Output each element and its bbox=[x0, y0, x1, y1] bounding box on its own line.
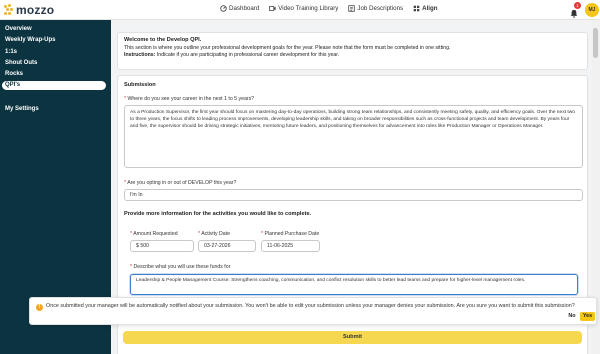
align-icon bbox=[413, 5, 420, 12]
instructions-label: Instructions: bbox=[124, 52, 156, 58]
funds-label: * Describe what you will use these funds… bbox=[130, 264, 231, 270]
opt-select[interactable]: I'm In bbox=[124, 189, 583, 201]
activity-date-label: * Activity Date bbox=[198, 231, 231, 237]
sidebar-item-weekly-wrap-ups[interactable]: Weekly Wrap-Ups bbox=[5, 37, 55, 43]
sidebar-item-one-on-ones[interactable]: 1:1s bbox=[5, 49, 17, 55]
amount-input[interactable]: $ 500 bbox=[130, 240, 194, 252]
sidebar-item-my-settings[interactable]: My Settings bbox=[5, 106, 39, 112]
career-textarea[interactable]: As a Production Supervisor, the first ye… bbox=[124, 105, 583, 168]
no-button[interactable]: No bbox=[566, 312, 578, 321]
scrollbar-thumb[interactable] bbox=[593, 28, 598, 58]
list-icon bbox=[348, 5, 356, 12]
activities-title: Provide more information for the activit… bbox=[124, 211, 312, 217]
dashboard-icon bbox=[220, 5, 227, 12]
submit-button[interactable]: Submit bbox=[123, 331, 582, 344]
intro-card: Welcome to the Develop QPI. This section… bbox=[117, 32, 588, 70]
purchase-date-input[interactable]: 11-06-2025 bbox=[261, 240, 320, 252]
opt-label: * Are you opting in or out of DEVELOP th… bbox=[124, 180, 237, 186]
toast-message: Once submitted your manager will be auto… bbox=[46, 303, 575, 309]
submission-title: Submission bbox=[124, 82, 156, 88]
nav-job-descriptions[interactable]: Job Descriptions bbox=[347, 4, 404, 13]
logo-mark-icon bbox=[4, 3, 14, 17]
top-bar: mozzo Dashboard Video Training Library J… bbox=[0, 0, 600, 20]
nav-job-descriptions-label: Job Descriptions bbox=[357, 5, 404, 12]
nav-dashboard[interactable]: Dashboard bbox=[219, 4, 260, 13]
sidebar-item-shout-outs[interactable]: Shout Outs bbox=[5, 60, 37, 66]
instructions-text: Indicate if you are participating in pro… bbox=[155, 52, 340, 58]
sidebar-item-rocks[interactable]: Rocks bbox=[5, 71, 23, 77]
intro-text: This section is where you outline your p… bbox=[124, 45, 451, 51]
nav-video-training-library[interactable]: Video Training Library bbox=[268, 4, 339, 13]
avatar[interactable]: MJ bbox=[585, 3, 599, 17]
funds-textarea[interactable]: Leadership & People Management Course: S… bbox=[130, 274, 578, 295]
brand-name: mozzo bbox=[16, 3, 55, 17]
nav-align-label: Align bbox=[422, 5, 438, 12]
intro-title: Welcome to the Develop QPI. bbox=[124, 37, 202, 43]
notification-badge: 1 bbox=[574, 2, 581, 9]
activity-date-input[interactable]: 03-27-2026 bbox=[198, 240, 256, 252]
top-nav: Dashboard Video Training Library Job Des… bbox=[219, 4, 439, 13]
nav-dashboard-label: Dashboard bbox=[229, 5, 260, 12]
brand-logo[interactable]: mozzo bbox=[4, 3, 54, 17]
amount-label: * Amount Requested bbox=[130, 231, 178, 237]
intro-instructions: Instructions: Indicate if you are partic… bbox=[124, 52, 581, 59]
warning-icon: ! bbox=[36, 304, 43, 311]
sidebar-item-overview[interactable]: Overview bbox=[5, 26, 32, 32]
video-icon bbox=[269, 5, 276, 12]
yes-button[interactable]: Yes bbox=[580, 312, 595, 321]
purchase-date-label: * Planned Purchase Date bbox=[261, 231, 320, 237]
nav-align[interactable]: Align bbox=[412, 4, 438, 13]
sidebar-item-qpis[interactable]: QPI's bbox=[2, 81, 106, 90]
nav-video-label: Video Training Library bbox=[278, 5, 339, 12]
career-label: * Where do you see your career in the ne… bbox=[124, 96, 255, 102]
confirm-toast: ! Once submitted your manager will be au… bbox=[29, 297, 597, 325]
